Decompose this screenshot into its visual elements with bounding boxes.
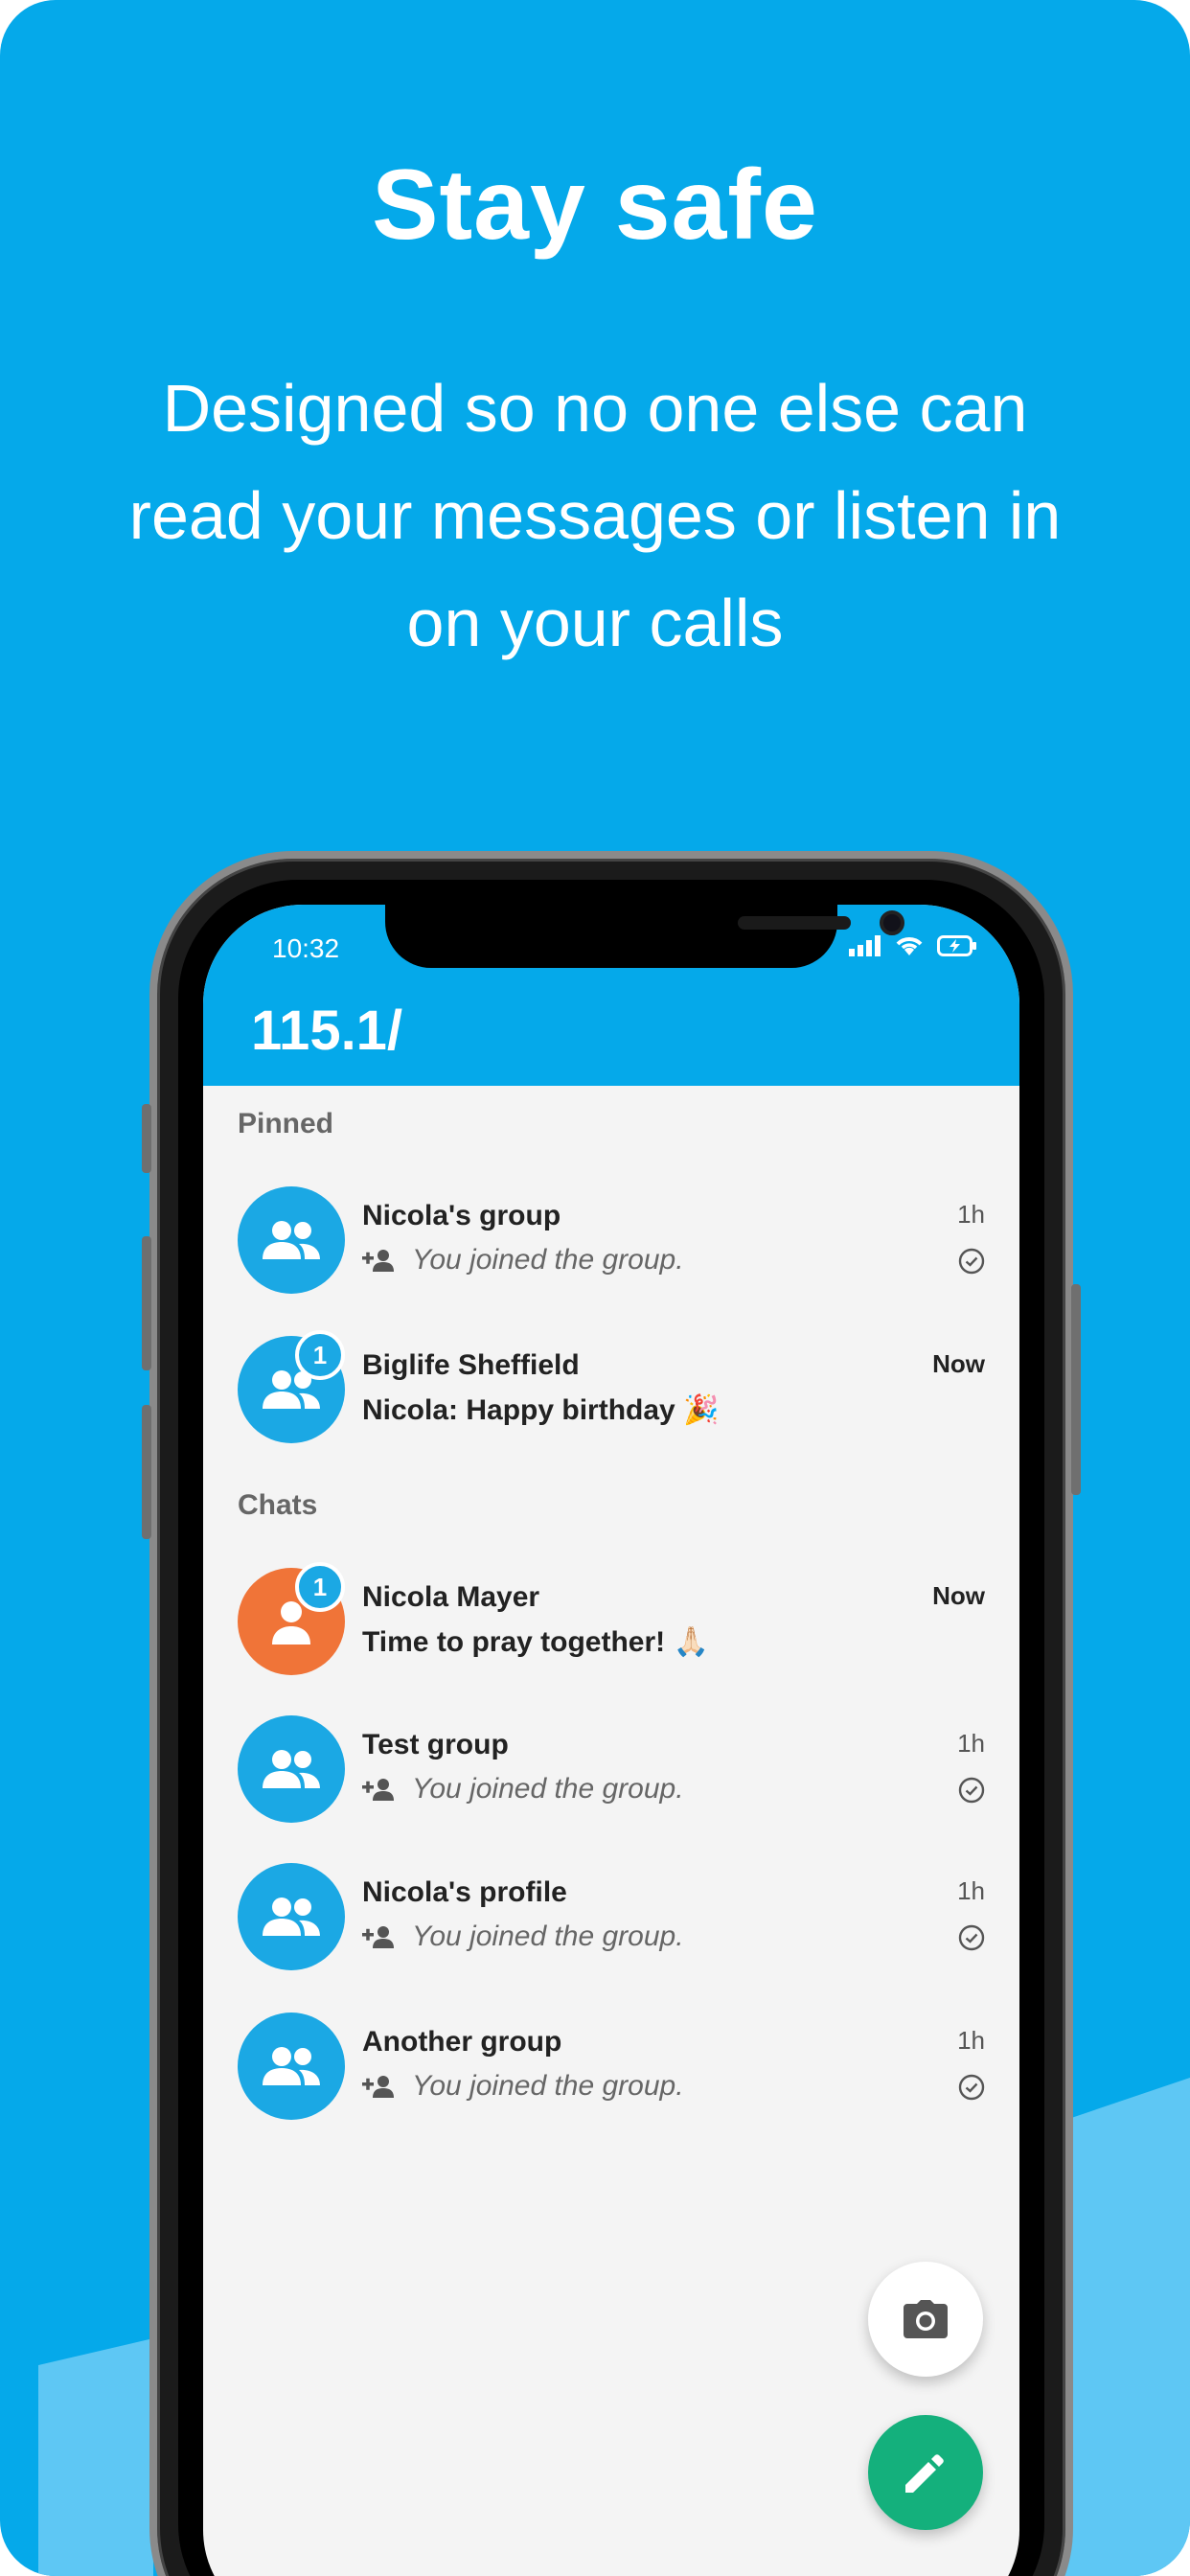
group-icon [263,1750,320,1788]
chat-row[interactable]: 1 Nicola Mayer Now Time to pray together… [203,1562,1019,1712]
chat-row[interactable]: Nicola's group 1h You joined the group. [203,1186,1019,1330]
phone-power-button [1071,1284,1081,1495]
group-icon [263,2047,320,2085]
headline: Stay safe [372,150,818,261]
chat-preview: You joined the group. [362,1244,684,1276]
person-add-icon [362,2076,394,2098]
chat-message: You joined the group. [412,1773,684,1805]
chat-message: You joined the group. [412,1920,684,1952]
subline: Designed so no one else can read your me… [128,371,1062,660]
camera-button[interactable] [868,2262,983,2377]
app-title: 115.1/ [251,1000,403,1062]
chat-time: Now [932,1349,985,1378]
chat-message: Time to pray together! 🙏🏻 [362,1626,709,1658]
signal-icon [849,935,881,956]
phone-volume-down [142,1405,151,1539]
read-check-icon [958,2074,985,2101]
phone-mute-switch [142,1104,151,1173]
unread-badge: 1 [295,1562,345,1612]
avatar [238,1863,345,1970]
chat-time: 1h [957,1729,985,1758]
chat-time: 1h [957,2026,985,2055]
chat-row[interactable]: Test group 1h You joined the group. [203,1715,1019,1859]
compose-button[interactable] [868,2415,983,2530]
read-check-icon [958,1924,985,1951]
pencil-icon [905,2454,944,2493]
section-pinned: Pinned [238,1108,334,1139]
wifi-icon [896,937,923,955]
chat-message: You joined the group. [412,1244,684,1276]
chat-row[interactable]: Nicola's profile 1h You joined the group… [203,1863,1019,2007]
avatar [238,2012,345,2120]
unread-badge: 1 [295,1330,345,1380]
person-add-icon [362,1926,394,1948]
chat-preview: You joined the group. [362,2070,684,2103]
chat-row[interactable]: 1 Biglife Sheffield Now Nicola: Happy bi… [203,1330,1019,1480]
group-icon [263,1221,320,1259]
person-add-icon [362,1250,394,1272]
read-check-icon [958,1248,985,1275]
chat-name: Another group [362,2026,562,2058]
phone-volume-up [142,1236,151,1370]
chat-row[interactable]: Another group 1h You joined the group. [203,2012,1019,2156]
chat-time: 1h [957,1876,985,1905]
read-check-icon [958,1777,985,1804]
chat-time: 1h [957,1200,985,1229]
chat-name: Test group [362,1729,509,1760]
avatar [238,1186,345,1294]
phone-screen: 10:32 115.1/ Pinned Nicola's group 1h Yo… [203,905,1019,2576]
chat-message: Nicola: Happy birthday 🎉 [362,1394,720,1426]
chat-message: You joined the group. [412,2070,684,2102]
chat-name: Nicola's group [362,1200,561,1231]
chat-name: Biglife Sheffield [362,1349,580,1381]
chat-name: Nicola's profile [362,1876,567,1908]
battery-icon [937,935,976,956]
status-time: 10:32 [272,933,340,963]
chat-time: Now [932,1581,985,1610]
status-icons [849,935,977,956]
avatar [238,1715,345,1823]
front-camera [880,910,904,935]
chat-preview: You joined the group. [362,1920,684,1953]
person-add-icon [362,1779,394,1801]
phone-speaker [738,916,851,930]
phone-notch [385,905,904,968]
section-chats: Chats [238,1489,318,1521]
chat-preview: You joined the group. [362,1773,684,1806]
group-icon [263,1898,320,1936]
chat-name: Nicola Mayer [362,1581,540,1613]
camera-icon [904,2300,948,2338]
